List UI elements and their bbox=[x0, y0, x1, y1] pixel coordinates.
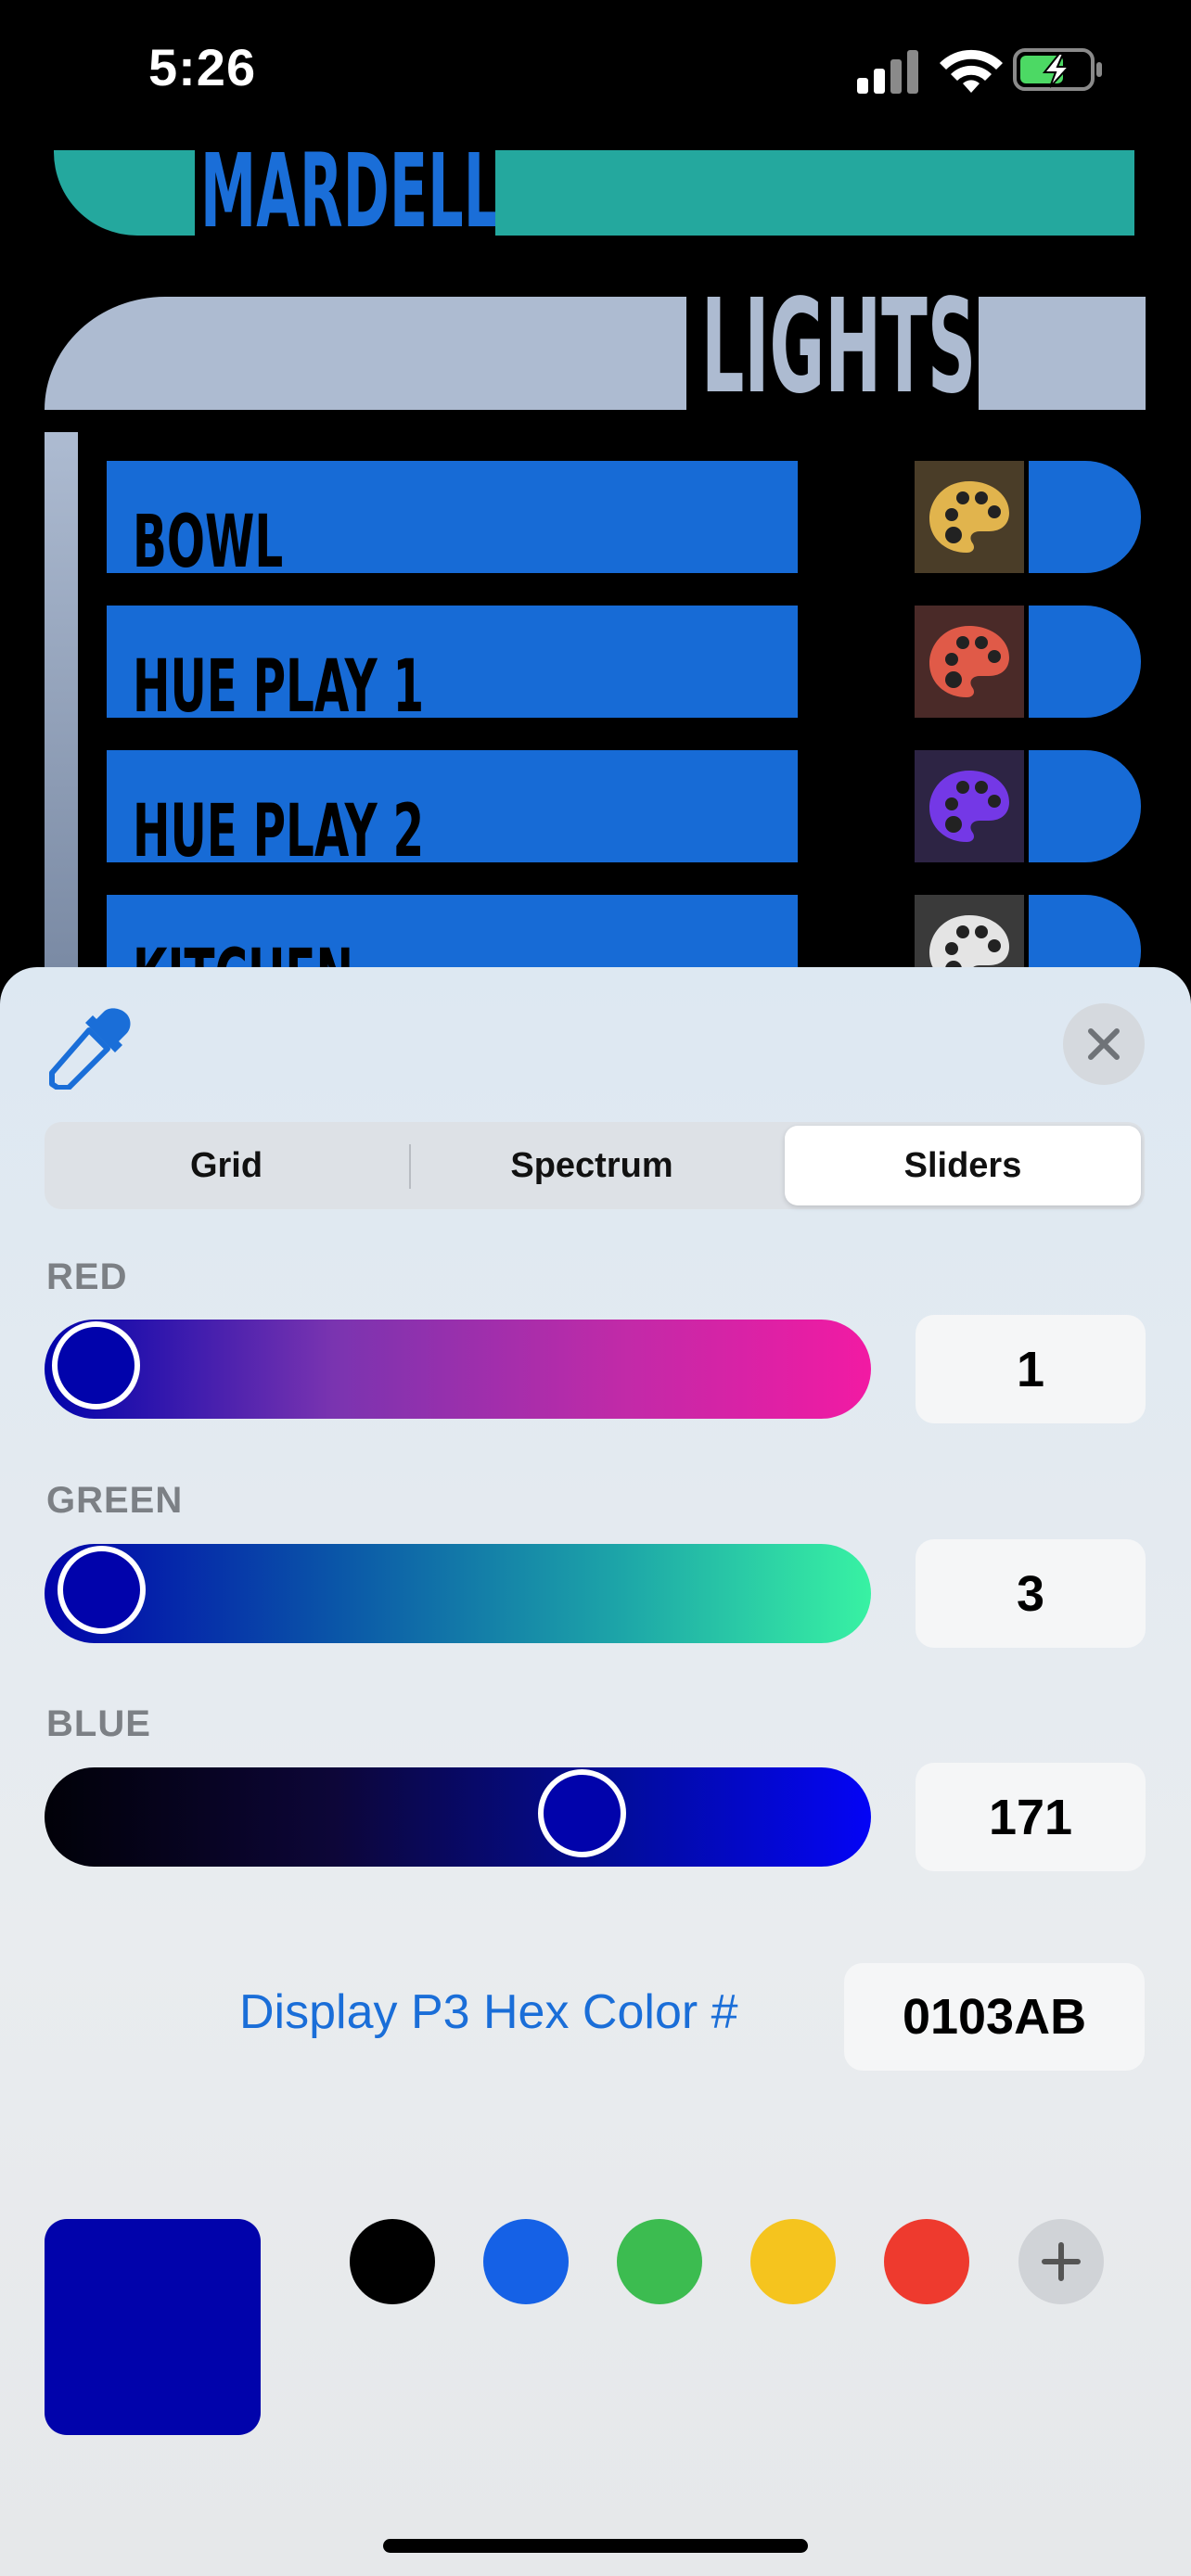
tab-sliders[interactable]: Sliders bbox=[785, 1126, 1141, 1205]
green-slider[interactable] bbox=[45, 1544, 871, 1643]
lights-list: BOWL HUE PLAY 1 HUE PLAY 2 bbox=[0, 0, 1191, 967]
blue-slider[interactable] bbox=[45, 1767, 871, 1867]
green-slider-thumb[interactable] bbox=[58, 1546, 147, 1634]
light-row-hue-play-1[interactable]: HUE PLAY 1 bbox=[107, 606, 1141, 723]
palette-button[interactable] bbox=[915, 750, 1024, 862]
hex-color-label: Display P3 Hex Color # bbox=[239, 1985, 738, 2039]
palette-icon bbox=[929, 626, 1009, 697]
light-row-hue-play-2[interactable]: HUE PLAY 2 bbox=[107, 750, 1141, 868]
swatch-blue[interactable] bbox=[483, 2219, 569, 2304]
tab-grid[interactable]: Grid bbox=[48, 1126, 404, 1205]
swatch-red[interactable] bbox=[884, 2219, 969, 2304]
light-button[interactable]: HUE PLAY 1 bbox=[107, 606, 798, 723]
close-icon bbox=[1088, 1028, 1120, 1060]
light-name: HUE PLAY 1 bbox=[133, 645, 425, 729]
light-toggle[interactable] bbox=[1029, 750, 1141, 862]
palette-button[interactable] bbox=[915, 895, 1024, 967]
palette-icon bbox=[929, 481, 1009, 553]
light-toggle[interactable] bbox=[1029, 606, 1141, 718]
light-toggle[interactable] bbox=[1029, 461, 1141, 573]
light-toggle[interactable] bbox=[1029, 895, 1141, 967]
eyedropper-icon[interactable] bbox=[48, 1006, 132, 1090]
picker-mode-tabs: Grid Spectrum Sliders bbox=[45, 1122, 1145, 1209]
add-swatch-button[interactable] bbox=[1018, 2219, 1104, 2304]
green-label: GREEN bbox=[46, 1480, 184, 1521]
light-row-kitchen[interactable]: KITCHEN bbox=[107, 895, 1141, 967]
light-button[interactable]: HUE PLAY 2 bbox=[107, 750, 798, 868]
plus-icon bbox=[1042, 2242, 1081, 2281]
tab-divider bbox=[409, 1144, 411, 1189]
light-name: KITCHEN bbox=[133, 940, 353, 967]
home-indicator[interactable] bbox=[383, 2539, 808, 2553]
palette-icon bbox=[929, 771, 1009, 842]
blue-value-field[interactable]: 171 bbox=[916, 1763, 1146, 1871]
red-slider[interactable] bbox=[45, 1320, 871, 1419]
swatch-green[interactable] bbox=[617, 2219, 702, 2304]
hex-color-field[interactable]: 0103AB bbox=[844, 1963, 1145, 2071]
green-value-field[interactable]: 3 bbox=[916, 1539, 1146, 1648]
light-name: BOWL bbox=[133, 501, 284, 584]
red-value-field[interactable]: 1 bbox=[916, 1315, 1146, 1423]
light-row-bowl[interactable]: BOWL bbox=[107, 461, 1141, 579]
palette-button[interactable] bbox=[915, 461, 1024, 573]
blue-label: BLUE bbox=[46, 1703, 151, 1744]
palette-button[interactable] bbox=[915, 606, 1024, 718]
light-button[interactable]: KITCHEN bbox=[107, 895, 798, 967]
light-name: HUE PLAY 2 bbox=[133, 790, 425, 874]
red-slider-thumb[interactable] bbox=[52, 1321, 141, 1409]
light-button[interactable]: BOWL bbox=[107, 461, 798, 579]
blue-slider-thumb[interactable] bbox=[538, 1769, 627, 1857]
palette-icon bbox=[929, 915, 1009, 967]
current-color-preview bbox=[45, 2219, 261, 2435]
swatch-black[interactable] bbox=[350, 2219, 435, 2304]
swatch-yellow[interactable] bbox=[750, 2219, 836, 2304]
close-button[interactable] bbox=[1063, 1003, 1145, 1085]
red-label: RED bbox=[46, 1256, 128, 1297]
tab-spectrum[interactable]: Spectrum bbox=[414, 1126, 770, 1205]
